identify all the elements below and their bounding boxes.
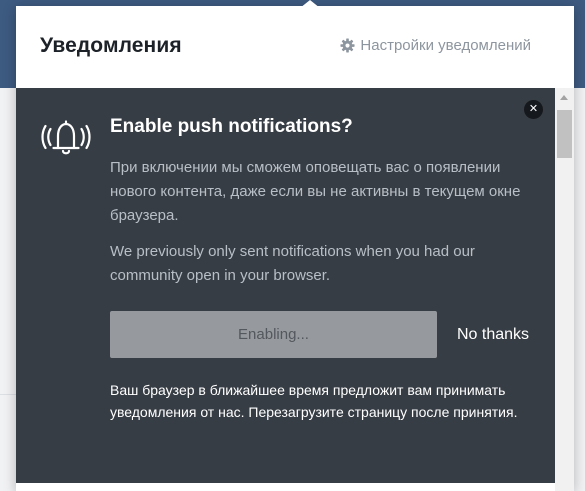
prompt-previous-note: We previously only sent notifications wh…: [110, 243, 475, 284]
bell-ringing-icon: [40, 118, 92, 163]
page-background-right: [574, 0, 585, 491]
prompt-title: Enable push notifications?: [110, 116, 353, 137]
panel-scrollbar[interactable]: [555, 88, 574, 491]
close-icon: ✕: [528, 103, 539, 115]
scrollbar-thumb[interactable]: [557, 110, 572, 158]
page-divider: [0, 394, 17, 395]
panel-title: Уведомления: [40, 34, 182, 57]
no-thanks-button[interactable]: No thanks: [457, 326, 529, 344]
notification-settings-label: Настройки уведомлений: [360, 37, 531, 54]
page-header-background-right: [574, 0, 585, 88]
browser-prompt-note: Ваш браузер в ближайшее время предложит …: [110, 382, 518, 420]
enable-notifications-button[interactable]: Enabling...: [110, 311, 437, 358]
push-notification-prompt: ✕ Enable push notifications? При включен…: [16, 88, 555, 483]
notification-settings-link[interactable]: Настройки уведомлений: [340, 37, 531, 54]
close-prompt-button[interactable]: ✕: [524, 100, 543, 119]
notifications-panel: Уведомления Настройки уведомлений ✕ Enab…: [16, 0, 574, 491]
page-background-left: [0, 88, 17, 491]
gear-icon: [340, 38, 355, 53]
prompt-description: При включении мы сможем оповещать вас о …: [110, 159, 521, 224]
panel-footer: [16, 483, 555, 491]
panel-header: Уведомления Настройки уведомлений: [16, 6, 574, 89]
scroll-up-arrow-icon[interactable]: [560, 95, 568, 100]
